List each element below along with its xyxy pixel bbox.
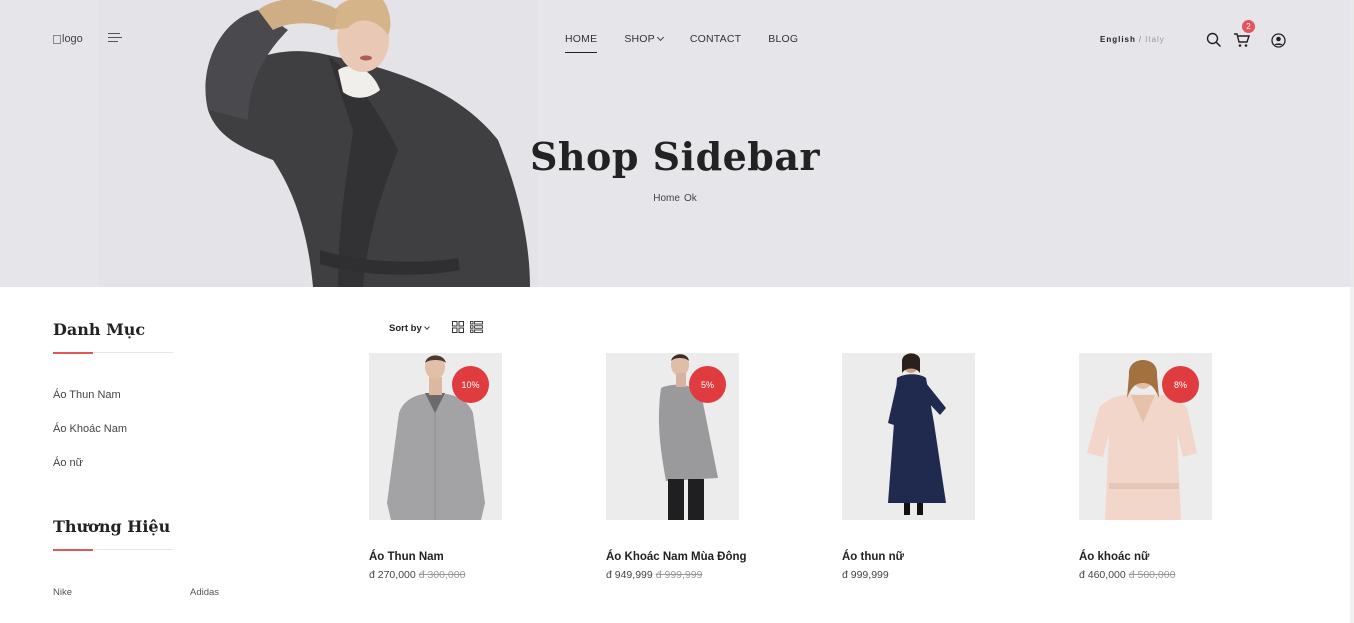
nav-blog[interactable]: BLOG [768,33,798,53]
site-logo[interactable]: logo [53,33,83,45]
sort-by-label: Sort by [389,323,422,334]
broken-image-icon [53,34,61,44]
menu-toggle-button[interactable] [108,33,122,44]
nav-home[interactable]: HOME [565,33,598,53]
product-image[interactable]: 10% [369,353,502,520]
current-price: đ 460,000 [1079,569,1126,581]
product-image[interactable]: 8% [1079,353,1212,520]
cart-icon[interactable] [1233,32,1251,48]
language-current[interactable]: English [1100,35,1136,44]
chevron-down-icon [423,324,430,330]
old-price: đ 300,000 [418,569,466,581]
category-item[interactable]: Áo Thun Nam [53,389,121,401]
brand-item[interactable]: Nike [53,587,72,598]
product-price: đ 949,999 đ 999,999 [606,569,806,581]
language-separator: / [1138,35,1143,44]
product-image[interactable] [842,353,975,520]
page-title: Shop Sidebar [529,134,821,179]
old-price: đ 999,999 [655,569,703,581]
discount-badge: 8% [1162,366,1199,403]
chevron-down-icon [656,33,664,42]
cart-count-badge: 2 [1242,20,1255,33]
current-price: đ 949,999 [606,569,653,581]
scrollbar[interactable] [1350,0,1354,623]
product-price: đ 460,000 đ 500,000 [1079,569,1279,581]
product-name[interactable]: Áo khoác nữ [1079,551,1279,563]
product-card: 10% Áo Thun Nam đ 270,000 đ 300,000 [369,353,569,581]
product-image[interactable]: 5% [606,353,739,520]
current-price: đ 270,000 [369,569,416,581]
product-name[interactable]: Áo Thun Nam [369,551,569,563]
breadcrumb-home[interactable]: Home [653,193,680,204]
discount-badge: 5% [689,366,726,403]
list-view-icon[interactable] [470,321,483,333]
product-card: Áo thun nữ đ 999,999 [842,353,1042,581]
old-price: đ 500,000 [1128,569,1176,581]
product-name[interactable]: Áo thun nữ [842,551,1042,563]
product-price: đ 999,999 [842,569,1042,581]
user-account-icon[interactable] [1271,33,1286,48]
categories-heading: Danh Mục [53,320,146,339]
main-nav: HOME SHOP CONTACT BLOG [565,33,798,53]
brands-heading: Thương Hiệu [53,517,171,536]
category-item[interactable]: Áo nữ [53,457,83,469]
product-price: đ 270,000 đ 300,000 [369,569,569,581]
brands-divider [53,549,173,551]
breadcrumb-current: Ok [683,193,697,204]
sort-by-dropdown[interactable]: Sort by [389,323,430,334]
product-card: 8% Áo khoác nữ đ 460,000 đ 500,000 [1079,353,1279,581]
language-alternate[interactable]: Italy [1145,35,1165,44]
grid-view-icon[interactable] [452,321,464,333]
search-icon[interactable] [1206,32,1222,48]
nav-shop[interactable]: SHOP [624,33,664,53]
product-card: 5% Áo Khoác Nam Mùa Đông đ 949,999 đ 999,… [606,353,806,581]
woman-navy-dress-image [842,353,975,520]
categories-divider [53,352,173,354]
discount-badge: 10% [452,366,489,403]
nav-contact[interactable]: CONTACT [690,33,741,53]
brand-item[interactable]: Adidas [190,587,219,598]
category-item[interactable]: Áo Khoác Nam [53,423,127,435]
breadcrumb: Home Ok [0,193,1350,204]
language-switcher: English / Italy [1100,35,1165,44]
current-price: đ 999,999 [842,569,889,581]
product-name[interactable]: Áo Khoác Nam Mùa Đông [606,551,806,563]
logo-alt-text: logo [62,33,83,45]
